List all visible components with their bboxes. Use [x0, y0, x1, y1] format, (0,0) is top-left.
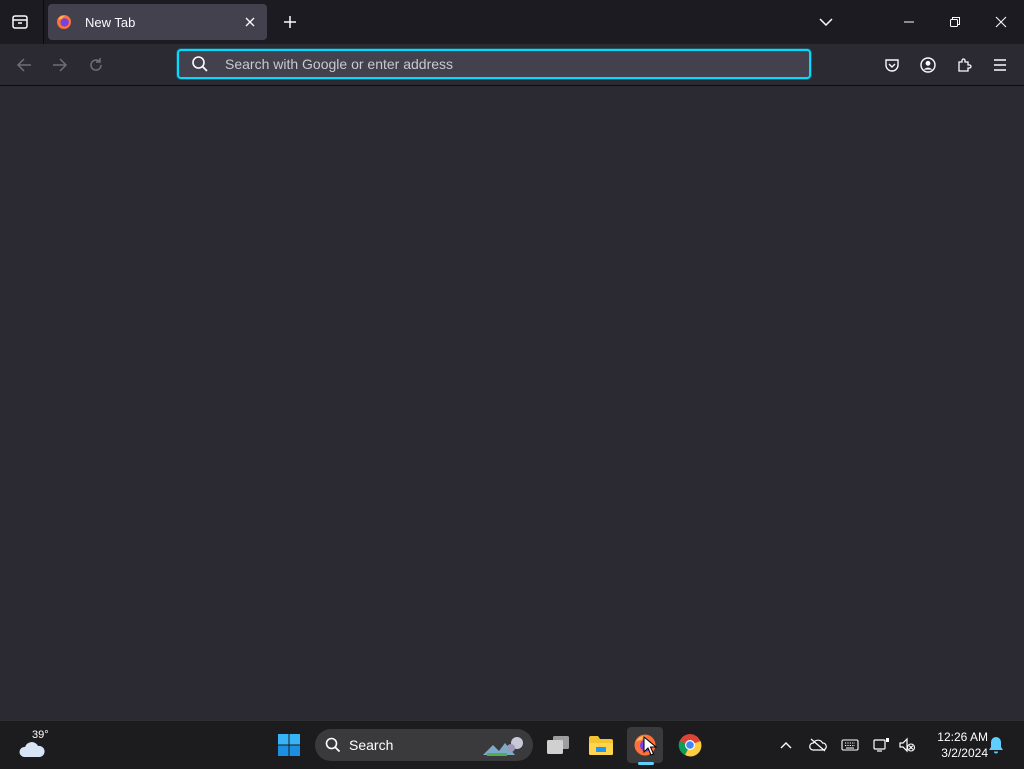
- input-indicator-button[interactable]: [838, 733, 862, 757]
- show-hidden-icons-button[interactable]: [774, 733, 798, 757]
- onedrive-offline-icon: [809, 738, 827, 752]
- weather-temperature: 39°: [32, 729, 49, 741]
- tab-bar: New Tab: [0, 0, 1024, 44]
- search-icon: [325, 737, 341, 753]
- pocket-icon: [885, 59, 899, 72]
- tab-separator: [43, 0, 44, 44]
- file-explorer-button[interactable]: [583, 727, 619, 763]
- chevron-down-icon: [819, 18, 833, 26]
- onedrive-tray-button[interactable]: [806, 733, 830, 757]
- folder-icon: [589, 736, 613, 755]
- taskbar-search[interactable]: Search: [315, 729, 533, 761]
- forward-arrow-icon: [53, 58, 68, 72]
- mouse-cursor-icon: [643, 736, 657, 756]
- plus-icon: [284, 16, 296, 28]
- hamburger-icon: [994, 59, 1006, 71]
- back-button[interactable]: [11, 52, 37, 78]
- search-highlight-icon: [483, 737, 523, 756]
- bell-icon: [989, 737, 1003, 754]
- close-icon: [995, 16, 1007, 28]
- clock-date: 3/2/2024: [941, 746, 988, 760]
- minimize-icon: [904, 21, 914, 23]
- restore-icon: [950, 17, 960, 27]
- volume-muted-icon: [899, 737, 916, 753]
- firefox-icon: [56, 14, 72, 30]
- network-tray-button[interactable]: [869, 733, 893, 757]
- notifications-button[interactable]: [984, 733, 1008, 757]
- puzzle-icon: [958, 58, 972, 72]
- account-button[interactable]: [915, 52, 941, 78]
- back-arrow-icon: [16, 58, 31, 72]
- network-icon: [873, 738, 889, 752]
- reload-button[interactable]: [83, 52, 109, 78]
- close-window-button[interactable]: [987, 8, 1015, 36]
- page-content: [0, 86, 1024, 720]
- system-clock[interactable]: 12:26 AM 3/2/2024: [922, 729, 988, 761]
- keyboard-icon: [841, 739, 859, 751]
- cloud-icon: [19, 742, 45, 757]
- new-tab-button[interactable]: [278, 10, 302, 34]
- search-icon: [191, 55, 209, 73]
- address-input[interactable]: [223, 55, 787, 73]
- task-view-icon: [547, 736, 569, 754]
- pocket-button[interactable]: [879, 52, 905, 78]
- address-bar[interactable]: [177, 49, 811, 79]
- minimize-button[interactable]: [895, 8, 923, 36]
- firefox-view-icon: [12, 15, 28, 29]
- close-tab-icon[interactable]: [241, 13, 259, 31]
- weather-widget[interactable]: 39°: [16, 727, 56, 763]
- start-button[interactable]: [271, 727, 307, 763]
- extensions-button[interactable]: [951, 52, 977, 78]
- chrome-icon: [678, 734, 702, 757]
- volume-tray-button[interactable]: [895, 733, 919, 757]
- reload-icon: [90, 58, 102, 71]
- task-view-button[interactable]: [540, 727, 576, 763]
- list-all-tabs-button[interactable]: [812, 8, 840, 36]
- windows-logo-icon: [278, 734, 300, 756]
- chevron-up-icon: [780, 742, 792, 749]
- firefox-view-button[interactable]: [8, 10, 32, 34]
- forward-button[interactable]: [47, 52, 73, 78]
- account-icon: [920, 57, 936, 73]
- taskbar-search-label: Search: [349, 737, 394, 753]
- active-app-indicator: [638, 762, 654, 765]
- app-menu-button[interactable]: [987, 52, 1013, 78]
- nav-toolbar: [0, 44, 1024, 86]
- tab-new-tab[interactable]: New Tab: [48, 4, 267, 40]
- taskbar: 39° Search 12:26 AM 3/2/2024: [0, 720, 1024, 769]
- clock-time: 12:26 AM: [937, 730, 988, 744]
- tab-title: New Tab: [85, 14, 136, 30]
- chrome-taskbar-button[interactable]: [672, 727, 708, 763]
- restore-button[interactable]: [941, 8, 969, 36]
